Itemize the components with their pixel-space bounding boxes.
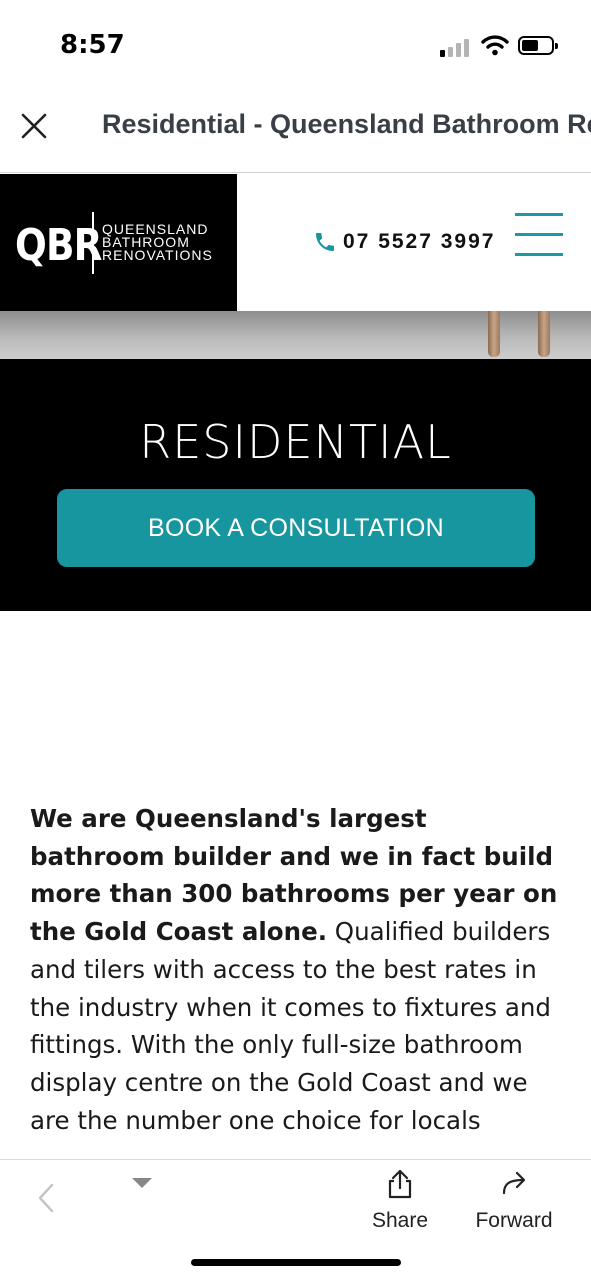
status-time: 8:57	[60, 30, 125, 60]
intro-paragraph: We are Queensland's largest bathroom bui…	[30, 800, 565, 1158]
phone-icon	[316, 233, 334, 251]
logo-wordmark: QUEENSLAND BATHROOM RENOVATIONS	[102, 222, 213, 263]
site-logo[interactable]: QBR QUEENSLAND BATHROOM RENOVATIONS	[0, 174, 237, 311]
forward-arrow-icon	[502, 1171, 526, 1195]
page-title: Residential - Queensland Bathroom Renova…	[102, 109, 591, 139]
home-indicator	[191, 1259, 401, 1266]
phone-number: 07 5527 3997	[343, 230, 496, 253]
wifi-icon	[481, 35, 509, 56]
hero-image	[0, 311, 591, 359]
logo-line-3: RENOVATIONS	[102, 247, 213, 263]
forward-label: Forward	[475, 1209, 553, 1232]
logo-divider	[92, 212, 94, 274]
share-icon	[388, 1169, 412, 1199]
book-consultation-button[interactable]: BOOK A CONSULTATION	[57, 489, 535, 567]
intro-body: Qualified builders and tilers with acces…	[30, 917, 551, 1135]
share-label: Share	[371, 1209, 429, 1232]
site-header: QBR QUEENSLAND BATHROOM RENOVATIONS 07 5…	[0, 173, 591, 311]
share-button[interactable]: Share	[366, 1168, 434, 1233]
hamburger-menu-icon[interactable]	[515, 213, 563, 257]
phone-link[interactable]: 07 5527 3997	[313, 230, 495, 254]
back-chevron-icon[interactable]	[34, 1182, 58, 1214]
hero-title: RESIDENTIAL	[139, 415, 452, 469]
dropdown-arrow-icon[interactable]	[132, 1178, 152, 1188]
forward-button[interactable]: Forward	[470, 1168, 558, 1233]
cellular-signal-icon	[440, 37, 472, 57]
logo-monogram: QBR	[15, 220, 102, 271]
status-bar: 8:57	[0, 0, 591, 90]
battery-icon	[518, 36, 558, 55]
hero-banner: RESIDENTIAL BOOK A CONSULTATION	[0, 359, 591, 611]
browser-header: Residential - Queensland Bathroom Renova…	[0, 90, 591, 173]
close-icon[interactable]	[14, 106, 54, 146]
